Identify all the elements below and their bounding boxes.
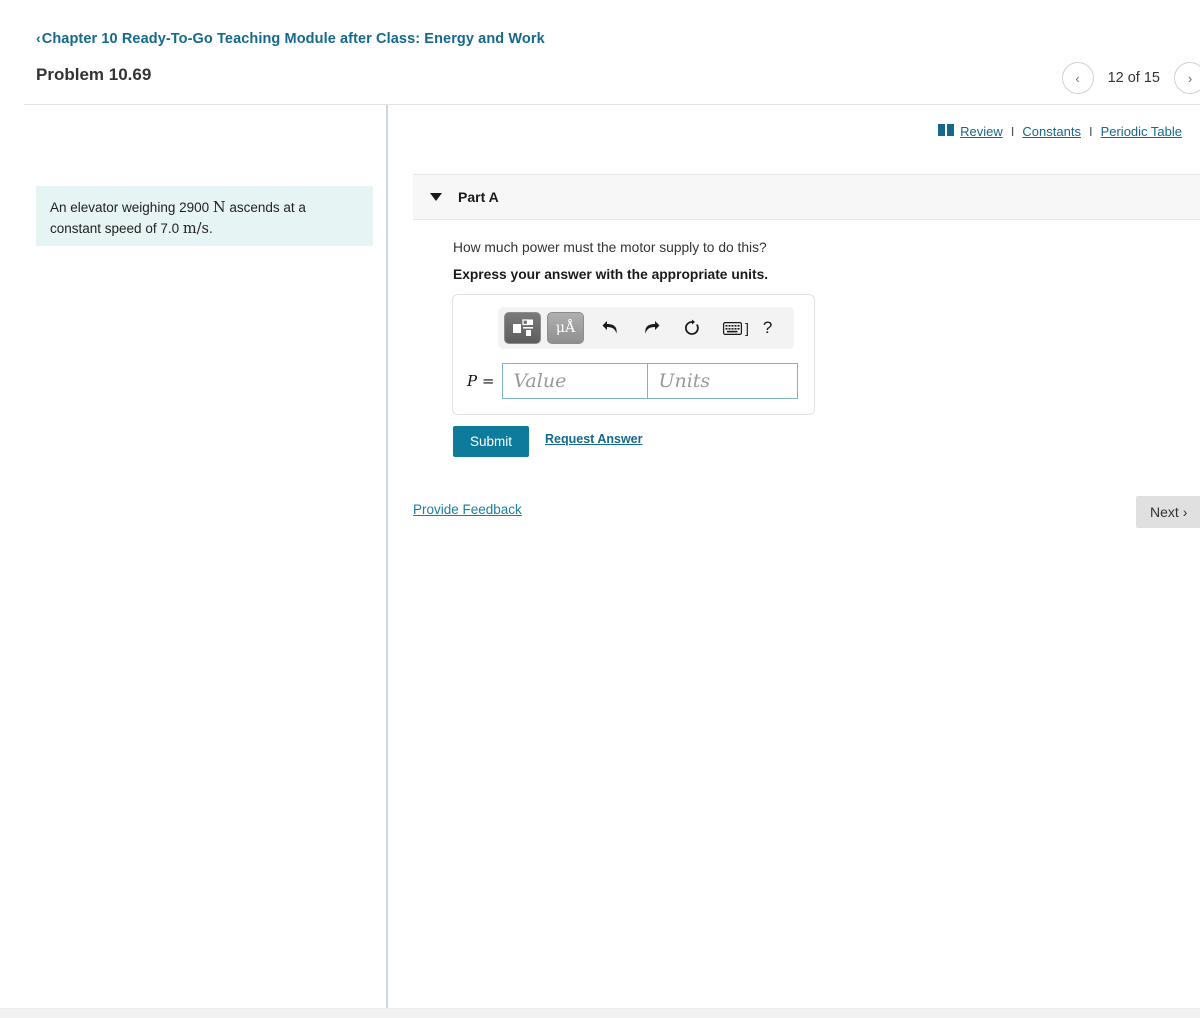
next-button-label: Next bbox=[1150, 504, 1179, 520]
math-template-button[interactable] bbox=[504, 312, 541, 344]
question-text: How much power must the motor supply to … bbox=[453, 240, 767, 255]
next-problem-button[interactable]: › bbox=[1174, 62, 1200, 94]
breadcrumb-label: Chapter 10 Ready-To-Go Teaching Module a… bbox=[41, 31, 545, 47]
units-button[interactable]: μÅ bbox=[547, 312, 584, 344]
problem-statement: An elevator weighing 2900 N ascends at a… bbox=[36, 186, 373, 246]
request-answer-link[interactable]: Request Answer bbox=[545, 432, 642, 446]
instruction-text: Express your answer with the appropriate… bbox=[453, 267, 769, 282]
column-divider bbox=[386, 105, 388, 1013]
breadcrumb-back-icon: ‹ bbox=[36, 30, 41, 46]
chevron-left-icon: ‹ bbox=[1075, 70, 1080, 86]
redo-icon[interactable] bbox=[641, 320, 661, 336]
periodic-table-link[interactable]: Periodic Table bbox=[1101, 124, 1182, 139]
prev-problem-button[interactable]: ‹ bbox=[1061, 62, 1094, 94]
answer-row: P = bbox=[467, 363, 799, 399]
help-icon[interactable]: ? bbox=[763, 318, 772, 338]
problem-text-1: An elevator weighing 2900 bbox=[50, 200, 210, 215]
resource-links: Review I Constants I Periodic Table bbox=[938, 124, 1182, 139]
value-input[interactable] bbox=[502, 363, 649, 399]
answer-input-container: μÅ] ? P = Value Units bbox=[452, 294, 815, 415]
unit-meters-per-second: m/s bbox=[182, 220, 209, 237]
unit-newton: N bbox=[212, 200, 226, 216]
part-a-label: Part A bbox=[458, 189, 499, 205]
reset-icon[interactable] bbox=[682, 319, 702, 337]
book-icon bbox=[938, 124, 955, 139]
link-separator-1: I bbox=[1010, 124, 1015, 139]
pagination: ‹ 12 of 15 › bbox=[1061, 62, 1200, 94]
footer-band bbox=[0, 1008, 1200, 1018]
equals-sign: = bbox=[481, 372, 495, 390]
breadcrumb[interactable]: ‹Chapter 10 Ready-To-Go Teaching Module … bbox=[36, 30, 545, 47]
submit-button[interactable]: Submit bbox=[453, 426, 530, 457]
part-a-header[interactable]: Part A bbox=[413, 174, 1200, 220]
math-toolbar: μÅ] ? bbox=[498, 307, 794, 349]
problem-page: ‹Chapter 10 Ready-To-Go Teaching Module … bbox=[0, 0, 1200, 1018]
provide-feedback-link[interactable]: Provide Feedback bbox=[413, 502, 522, 517]
undo-icon[interactable] bbox=[601, 320, 621, 336]
review-link[interactable]: Review bbox=[960, 124, 1003, 139]
units-button-label: μÅ bbox=[555, 320, 576, 336]
variable-symbol: P bbox=[467, 372, 478, 390]
pagination-count: 12 of 15 bbox=[1107, 70, 1160, 86]
constants-link[interactable]: Constants bbox=[1022, 124, 1081, 139]
keyboard-icon[interactable]: ] bbox=[723, 320, 749, 336]
header-divider bbox=[24, 104, 1200, 105]
variable-label: P = bbox=[467, 372, 494, 390]
chevron-right-icon-next: › bbox=[1182, 504, 1188, 520]
chevron-down-icon[interactable] bbox=[430, 193, 442, 201]
bracket-glyph: ] bbox=[745, 320, 749, 336]
problem-text-3: . bbox=[208, 220, 213, 236]
page-title: Problem 10.69 bbox=[36, 65, 152, 84]
next-button[interactable]: Next › bbox=[1136, 496, 1200, 528]
link-separator-2: I bbox=[1088, 124, 1093, 139]
units-input[interactable] bbox=[648, 363, 799, 399]
chevron-right-icon: › bbox=[1187, 70, 1193, 86]
